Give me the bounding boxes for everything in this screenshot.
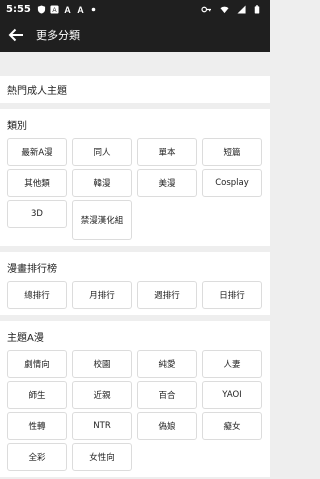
theme-section: 主題A漫 劇情向 校園 純愛 人妻 師生 近親 百合 YAOI 性轉 NTR 偽… xyxy=(0,321,270,477)
theme-chip[interactable]: 偽娘 xyxy=(137,412,197,440)
status-bar: 5:55 A A A xyxy=(0,0,270,18)
battery-icon xyxy=(254,4,260,14)
ranking-chip[interactable]: 月排行 xyxy=(72,281,132,309)
ranking-chip[interactable]: 總排行 xyxy=(7,281,67,309)
shield-icon xyxy=(37,4,45,14)
svg-text:A: A xyxy=(64,5,71,14)
category-grid: 最新A漫 同人 單本 短篇 其他類 韓漫 美漫 Cosplay 3D 禁漫漢化組 xyxy=(7,138,263,240)
category-chip[interactable]: 禁漫漢化組 xyxy=(72,200,132,240)
theme-chip[interactable]: 百合 xyxy=(137,381,197,409)
category-chip[interactable]: 同人 xyxy=(72,138,132,166)
notification-a-icon: A xyxy=(50,4,59,14)
theme-grid: 劇情向 校園 純愛 人妻 師生 近親 百合 YAOI 性轉 NTR 偽娘 癡女 … xyxy=(7,350,263,471)
ranking-section: 漫畫排行榜 總排行 月排行 週排行 日排行 xyxy=(0,252,270,315)
arrow-left-icon xyxy=(8,28,23,42)
theme-chip[interactable]: 女性向 xyxy=(72,443,132,471)
theme-chip[interactable]: YAOI xyxy=(202,381,262,409)
theme-chip[interactable]: 全彩 xyxy=(7,443,67,471)
category-chip[interactable]: 美漫 xyxy=(137,169,197,197)
theme-chip[interactable]: 近親 xyxy=(72,381,132,409)
category-chip[interactable]: 單本 xyxy=(137,138,197,166)
hot-topics-section[interactable]: 熱門成人主題 xyxy=(0,76,270,103)
theme-chip[interactable]: 人妻 xyxy=(202,350,262,378)
theme-chip[interactable]: 純愛 xyxy=(137,350,197,378)
key-icon xyxy=(201,6,211,12)
signal-icon xyxy=(237,4,246,14)
category-title: 類別 xyxy=(7,121,27,132)
page-title: 更多分類 xyxy=(36,29,80,42)
theme-chip[interactable]: NTR xyxy=(72,412,132,440)
category-chip[interactable]: 最新A漫 xyxy=(7,138,67,166)
hot-topics-title[interactable]: 熱門成人主題 xyxy=(7,76,263,103)
ranking-chip[interactable]: 週排行 xyxy=(137,281,197,309)
ranking-chip[interactable]: 日排行 xyxy=(202,281,262,309)
ranking-title: 漫畫排行榜 xyxy=(7,264,57,275)
category-chip[interactable]: 3D xyxy=(7,200,67,228)
theme-title: 主題A漫 xyxy=(7,333,44,344)
category-chip[interactable]: Cosplay xyxy=(202,169,262,197)
theme-chip[interactable]: 癡女 xyxy=(202,412,262,440)
status-time: 5:55 xyxy=(6,3,31,15)
theme-chip[interactable]: 性轉 xyxy=(7,412,67,440)
notification-a-icon: A xyxy=(64,5,71,14)
category-chip[interactable]: 韓漫 xyxy=(72,169,132,197)
back-button[interactable] xyxy=(6,25,26,45)
theme-chip[interactable]: 校園 xyxy=(72,350,132,378)
ranking-grid: 總排行 月排行 週排行 日排行 xyxy=(7,281,263,309)
svg-text:A: A xyxy=(77,5,84,14)
notification-a-icon: A xyxy=(77,5,84,14)
category-section: 類別 最新A漫 同人 單本 短篇 其他類 韓漫 美漫 Cosplay 3D 禁漫… xyxy=(0,109,270,246)
wifi-icon xyxy=(220,6,229,13)
theme-chip[interactable]: 劇情向 xyxy=(7,350,67,378)
category-chip[interactable]: 短篇 xyxy=(202,138,262,166)
category-chip[interactable]: 其他類 xyxy=(7,169,67,197)
dot-icon xyxy=(91,7,96,11)
theme-chip[interactable]: 師生 xyxy=(7,381,67,409)
app-bar: 更多分類 xyxy=(0,18,270,52)
